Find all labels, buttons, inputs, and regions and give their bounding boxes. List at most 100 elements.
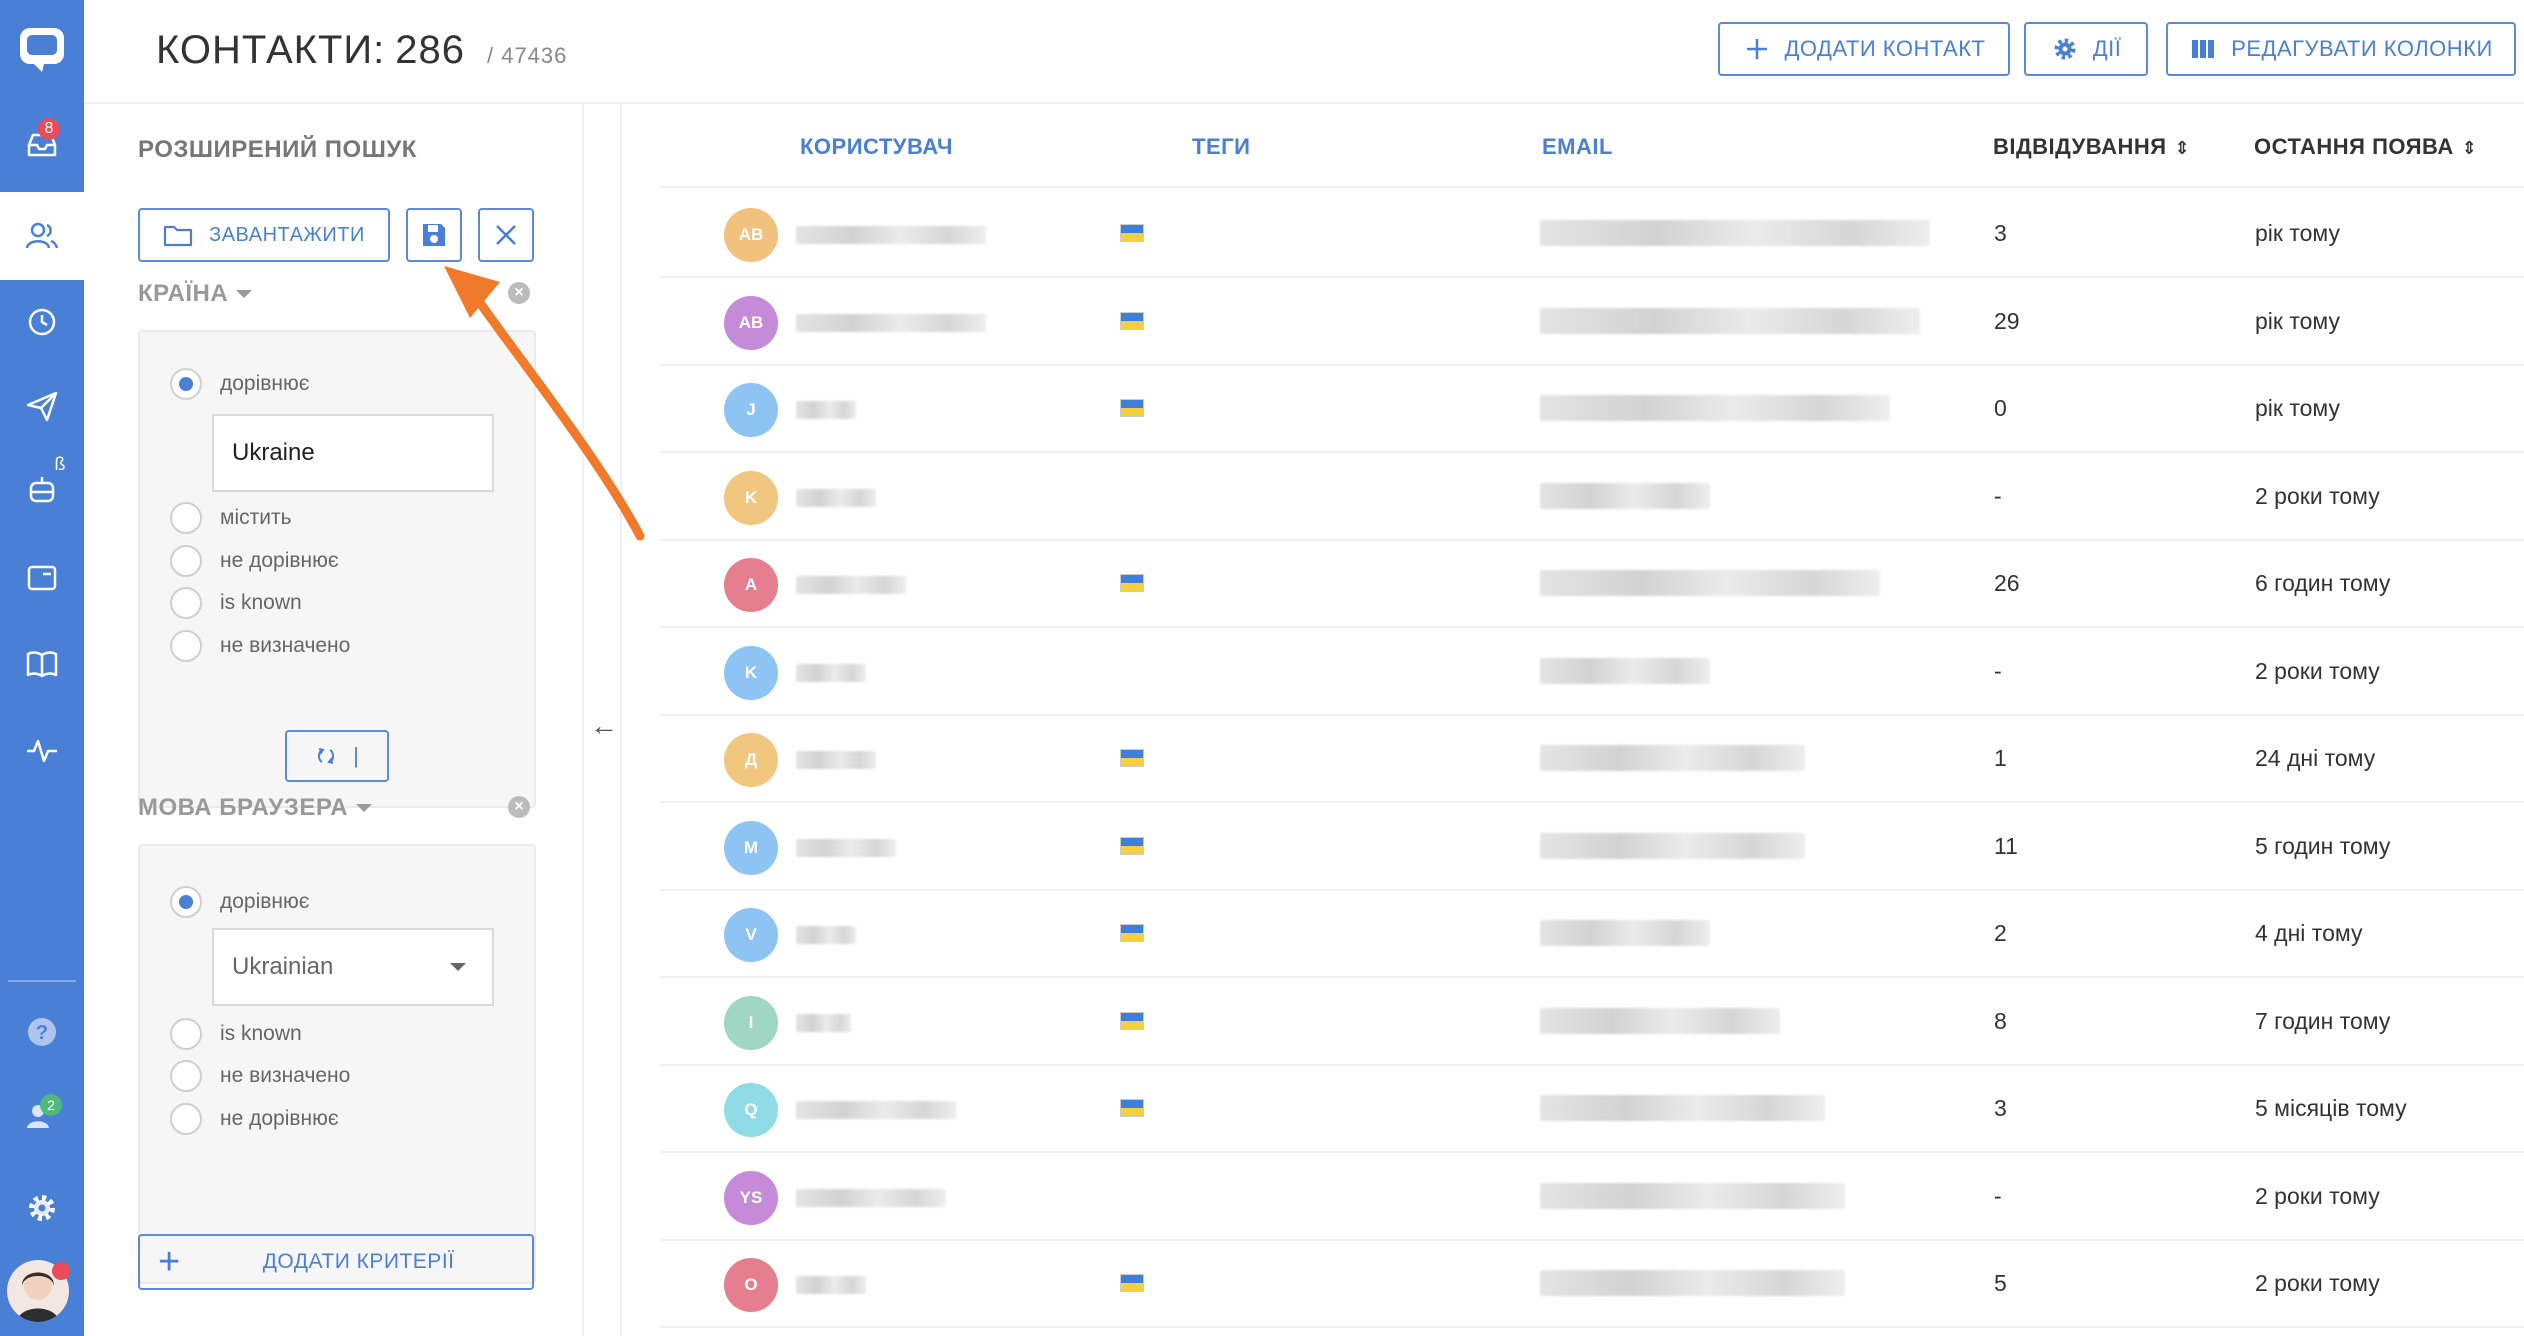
- arrow-left-icon[interactable]: ←: [590, 710, 618, 742]
- advanced-search-title: РОЗШИРЕНИЙ ПОШУК: [138, 136, 417, 163]
- contact-name-redacted[interactable]: [796, 1188, 946, 1207]
- contact-avatar[interactable]: O: [724, 1258, 778, 1312]
- browser-language-value: Ukrainian: [232, 953, 334, 980]
- nav-widgets[interactable]: [0, 538, 84, 618]
- table-row[interactable]: I 8 7 годин тому: [660, 978, 2524, 1066]
- save-filter-button[interactable]: [406, 208, 462, 262]
- contact-avatar[interactable]: V: [724, 908, 778, 962]
- contact-avatar[interactable]: A: [724, 558, 778, 612]
- add-criteria-button[interactable]: + ДОДАТИ КРИТЕРІЇ: [138, 1234, 534, 1290]
- country-option-equals[interactable]: дорівнює: [170, 368, 310, 400]
- add-contact-button[interactable]: ДОДАТИ КОНТАКТ: [1718, 22, 2010, 76]
- contact-avatar[interactable]: Q: [724, 1083, 778, 1137]
- criterion-country-title[interactable]: КРАЇНА: [138, 280, 253, 308]
- contact-name-redacted[interactable]: [796, 926, 856, 944]
- contact-avatar[interactable]: K: [724, 470, 778, 525]
- contact-avatar[interactable]: I: [724, 995, 778, 1050]
- table-row[interactable]: A 26 6 годин тому: [660, 540, 2524, 628]
- contact-email-redacted: [1540, 1182, 1845, 1209]
- column-tags[interactable]: ТЕГИ: [1192, 134, 1250, 160]
- radio-unchecked[interactable]: [170, 1060, 202, 1092]
- actions-button[interactable]: ДІЇ: [2024, 22, 2148, 76]
- radio-checked[interactable]: [170, 368, 202, 400]
- table-row[interactable]: AB 3 рік тому: [660, 190, 2524, 278]
- column-user[interactable]: КОРИСТУВАЧ: [800, 134, 953, 160]
- table-row[interactable]: M 11 5 годин тому: [660, 803, 2524, 891]
- ukraine-flag-icon: [1120, 311, 1144, 330]
- clear-filter-button[interactable]: [478, 208, 534, 262]
- remove-criterion-country-icon[interactable]: ×: [508, 282, 530, 304]
- contact-avatar[interactable]: YS: [724, 1170, 778, 1225]
- language-option-is-known[interactable]: is known: [170, 1018, 302, 1050]
- country-value-input[interactable]: Ukraine: [212, 414, 494, 492]
- load-filter-button[interactable]: ЗАВАНТАЖИТИ: [138, 208, 390, 262]
- country-option-undefined[interactable]: не визначено: [170, 630, 350, 662]
- language-option-not-equals[interactable]: не дорівнює: [170, 1103, 339, 1135]
- radio-unchecked[interactable]: [170, 502, 202, 534]
- close-icon: [496, 225, 516, 245]
- radio-unchecked[interactable]: [170, 1103, 202, 1135]
- contact-avatar[interactable]: J: [724, 383, 778, 437]
- radio-unchecked[interactable]: [170, 1018, 202, 1050]
- nav-bots[interactable]: ß: [0, 450, 84, 530]
- country-option-is-known[interactable]: is known: [170, 587, 302, 619]
- nav-contacts[interactable]: [0, 192, 84, 280]
- radio-unchecked[interactable]: [170, 545, 202, 577]
- table-row[interactable]: K - 2 роки тому: [660, 628, 2524, 716]
- remove-criterion-browser-language-icon[interactable]: ×: [508, 796, 530, 818]
- language-option-equals[interactable]: дорівнює: [170, 886, 310, 918]
- table-row[interactable]: K - 2 роки тому: [660, 453, 2524, 541]
- table-row[interactable]: Д 1 24 дні тому: [660, 715, 2524, 803]
- table-row[interactable]: J 0 рік тому: [660, 365, 2524, 453]
- contact-name-redacted[interactable]: [796, 313, 986, 332]
- criterion-browser-language-title[interactable]: МОВА БРАУЗЕРА: [138, 794, 373, 822]
- contact-name-redacted[interactable]: [796, 1276, 866, 1294]
- country-option-not-equals[interactable]: не дорівнює: [170, 545, 339, 577]
- contact-name-redacted[interactable]: [796, 1013, 851, 1032]
- language-option-undefined[interactable]: не визначено: [170, 1060, 350, 1092]
- table-row[interactable]: YS - 2 роки тому: [660, 1153, 2524, 1241]
- table-row[interactable]: AB 29 рік тому: [660, 278, 2524, 366]
- contact-name-redacted[interactable]: [796, 488, 876, 507]
- contact-name-redacted[interactable]: [796, 663, 866, 682]
- gear-icon: [2054, 38, 2076, 60]
- column-visits[interactable]: ВІДВІДУВАННЯ ⇕: [1993, 134, 2190, 160]
- nav-settings[interactable]: [0, 1168, 84, 1248]
- browser-language-select[interactable]: Ukrainian: [212, 928, 494, 1006]
- radio-unchecked[interactable]: [170, 630, 202, 662]
- contact-avatar[interactable]: AB: [724, 208, 778, 262]
- table-row[interactable]: O 5 2 роки тому: [660, 1240, 2524, 1328]
- nav-inbox[interactable]: 8: [0, 104, 84, 184]
- country-option-contains[interactable]: містить: [170, 502, 292, 534]
- column-last-seen[interactable]: ОСТАННЯ ПОЯВА ⇕: [2254, 134, 2477, 160]
- column-email[interactable]: EMAIL: [1542, 134, 1613, 160]
- contact-avatar[interactable]: AB: [724, 295, 778, 350]
- contact-name-redacted[interactable]: [796, 838, 896, 857]
- nav-divider: [8, 980, 76, 982]
- nav-history[interactable]: [0, 282, 84, 362]
- contact-name-redacted[interactable]: [796, 401, 856, 419]
- radio-unchecked[interactable]: [170, 587, 202, 619]
- edit-columns-button[interactable]: РЕДАГУВАТИ КОЛОНКИ: [2166, 22, 2516, 76]
- table-row[interactable]: Q 3 5 місяців тому: [660, 1065, 2524, 1153]
- sort-icon[interactable]: ⇕: [2462, 138, 2478, 159]
- collapse-panel-bar[interactable]: ←: [584, 104, 622, 1336]
- contact-avatar[interactable]: Д: [724, 733, 778, 787]
- nav-knowledge-base[interactable]: [0, 624, 84, 704]
- nav-analytics[interactable]: [0, 710, 84, 790]
- radio-checked[interactable]: [170, 886, 202, 918]
- nav-campaigns[interactable]: [0, 366, 84, 446]
- sort-icon[interactable]: ⇕: [2175, 138, 2191, 159]
- contact-name-redacted[interactable]: [796, 576, 906, 594]
- contact-name-redacted[interactable]: [796, 226, 986, 244]
- nav-team[interactable]: 2: [0, 1076, 84, 1156]
- contact-email-redacted: [1540, 307, 1920, 334]
- app-logo-icon[interactable]: [14, 22, 70, 78]
- or-operator-button[interactable]: |: [285, 730, 389, 782]
- nav-help[interactable]: ?: [0, 992, 84, 1072]
- contact-name-redacted[interactable]: [796, 1101, 956, 1119]
- contact-name-redacted[interactable]: [796, 751, 876, 769]
- table-row[interactable]: V 2 4 дні тому: [660, 890, 2524, 978]
- contact-avatar[interactable]: M: [724, 820, 778, 875]
- contact-avatar[interactable]: K: [724, 645, 778, 700]
